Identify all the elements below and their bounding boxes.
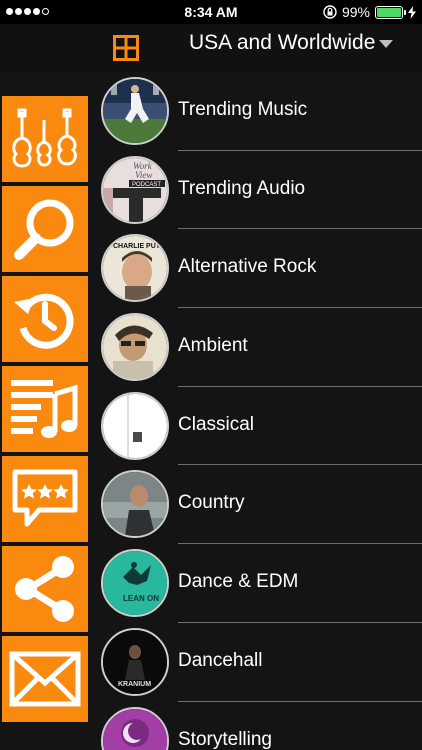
genre-row-dancehall[interactable]: KRANIUM Dancehall <box>96 623 422 702</box>
genre-row-alternative-rock[interactable]: CHARLIE PUTH Alternative Rock <box>96 229 422 309</box>
sidebar-item-guitars[interactable] <box>2 96 88 182</box>
battery-percent: 99% <box>341 4 370 20</box>
genre-label: Classical <box>178 413 255 435</box>
sidebar-item-rate[interactable] <box>2 456 88 542</box>
genre-thumbnail: Work View PODCAST <box>101 155 169 224</box>
genre-thumbnail: CHARLIE PUTH <box>101 234 169 303</box>
genre-label: Trending Audio <box>178 177 306 199</box>
search-icon <box>14 199 74 260</box>
genre-label: Trending Music <box>178 99 308 120</box>
genre-row-classical[interactable]: Classical <box>96 387 422 466</box>
svg-text:KRANIUM: KRANIUM <box>118 681 151 688</box>
genre-label: Dancehall <box>178 649 263 671</box>
genre-label: Storytelling <box>178 728 272 750</box>
svg-text:CHARLIE PUTH: CHARLIE PUTH <box>113 243 165 250</box>
status-bar: 8:34 AM 99% <box>0 0 422 24</box>
genre-thumbnail <box>101 77 169 145</box>
grid-icon[interactable] <box>113 35 139 61</box>
region-label: USA and Worldwide <box>189 31 376 54</box>
genre-row-country[interactable]: Country <box>96 465 422 545</box>
guitars-icon <box>12 108 77 168</box>
genre-thumbnail <box>101 313 169 382</box>
rating-chat-icon <box>12 469 78 527</box>
genre-thumbnail <box>101 470 169 539</box>
sidebar-item-playlist[interactable] <box>2 366 88 452</box>
region-dropdown[interactable]: USA and Worldwide <box>189 31 394 55</box>
genre-label: Dance & EDM <box>178 571 299 593</box>
svg-text:PODCAST: PODCAST <box>132 182 161 188</box>
history-icon <box>14 293 74 349</box>
genre-list: Trending Music Work View PODCAST Trendin… <box>96 72 422 750</box>
svg-text:View: View <box>135 170 152 180</box>
header: USA and Worldwide <box>0 24 422 72</box>
genre-label: Ambient <box>178 335 248 357</box>
genre-label: Alternative Rock <box>178 256 317 278</box>
genre-thumbnail <box>101 706 169 750</box>
genre-row-trending-audio[interactable]: Work View PODCAST Trending Audio <box>96 151 422 230</box>
chevron-down-icon <box>379 40 394 48</box>
genre-thumbnail: KRANIUM <box>101 627 169 696</box>
sidebar-item-share[interactable] <box>2 546 88 632</box>
sidebar-item-history[interactable] <box>2 276 88 362</box>
sidebar-item-search[interactable] <box>2 186 88 272</box>
genre-thumbnail: LEAN ON <box>101 549 169 618</box>
genre-row-ambient[interactable]: Ambient <box>96 308 422 387</box>
orientation-lock-icon <box>323 5 337 19</box>
playlist-icon <box>11 380 78 438</box>
svg-text:LEAN ON: LEAN ON <box>123 594 159 603</box>
share-icon <box>15 556 74 622</box>
genre-row-storytelling[interactable]: Storytelling <box>96 702 422 750</box>
charging-bolt-icon <box>408 5 416 19</box>
genre-row-trending-music[interactable]: Trending Music <box>96 72 422 151</box>
battery-icon <box>375 5 406 19</box>
sidebar-item-mail[interactable] <box>2 636 88 722</box>
genre-label: Country <box>178 492 245 514</box>
sidebar <box>2 96 88 726</box>
mail-icon <box>9 651 81 707</box>
genre-thumbnail <box>101 391 169 460</box>
genre-row-dance-edm[interactable]: LEAN ON Dance & EDM <box>96 544 422 623</box>
